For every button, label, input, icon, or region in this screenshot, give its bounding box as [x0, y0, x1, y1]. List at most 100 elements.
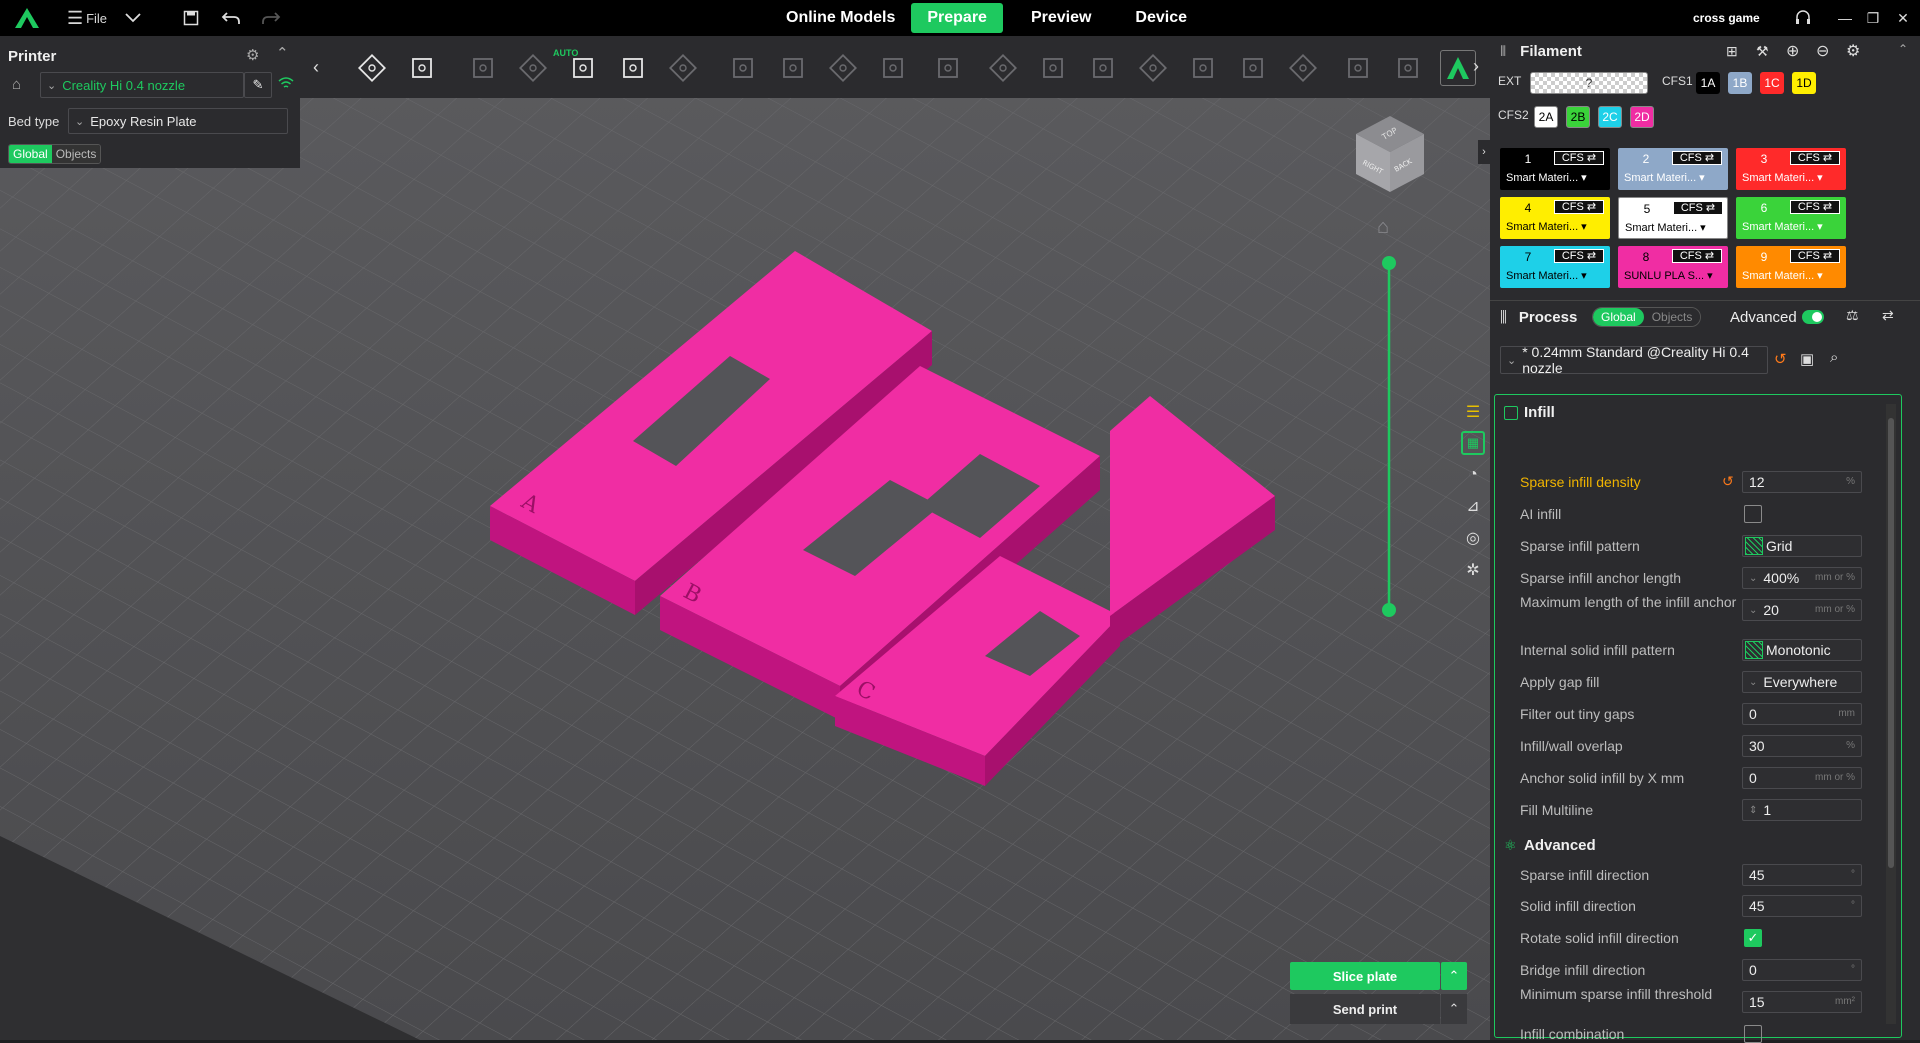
send-options-chevron-icon[interactable]: ⌃ [1441, 994, 1467, 1024]
param-input[interactable]: Monotonic [1742, 639, 1862, 661]
slice-options-chevron-icon[interactable]: ⌃ [1441, 962, 1467, 990]
reset-preset-icon[interactable]: ↺ [1774, 350, 1787, 368]
slice-plate-button[interactable]: Slice plate [1290, 962, 1440, 990]
cfs-swap-badge[interactable]: CFS ⇄ [1790, 151, 1840, 165]
param-input[interactable]: 30% [1742, 735, 1862, 757]
cfs1-slot-1a[interactable]: 1A [1696, 72, 1720, 94]
cfs2-slot-2c[interactable]: 2C [1598, 106, 1622, 128]
cfs-swap-badge[interactable]: CFS ⇄ [1554, 151, 1604, 165]
cfs-swap-badge[interactable]: CFS ⇄ [1790, 249, 1840, 263]
filament-settings-gear-icon[interactable]: ⚙ [1846, 41, 1860, 61]
home-view-icon[interactable]: ⌂ [1377, 216, 1389, 239]
filament-card-6[interactable]: 6 CFS ⇄ Smart Materi... ▾ [1736, 197, 1846, 239]
param-input[interactable]: Grid [1742, 535, 1862, 557]
redo-icon[interactable] [256, 0, 286, 36]
move-icon[interactable] [775, 50, 811, 86]
cfs2-slot-2a[interactable]: 2A [1534, 106, 1558, 128]
param-input[interactable]: 0 ° [1742, 959, 1862, 981]
cfs2-slot-2d[interactable]: 2D [1630, 106, 1654, 128]
param-input[interactable]: 45 ° [1742, 864, 1862, 886]
minimize-icon[interactable]: — [1830, 0, 1860, 36]
fuzzy-skin-icon[interactable] [1390, 50, 1426, 86]
filament-card-1[interactable]: 1 CFS ⇄ Smart Materi... ▾ [1500, 148, 1610, 190]
swap-icon[interactable]: ⇄ [1882, 307, 1894, 324]
search-icon[interactable]: ⌕ [1830, 349, 1838, 366]
cfs-swap-badge[interactable]: CFS ⇄ [1790, 200, 1840, 214]
cfs-swap-badge[interactable]: CFS ⇄ [1673, 201, 1723, 215]
filament-card-3[interactable]: 3 CFS ⇄ Smart Materi... ▾ [1736, 148, 1846, 190]
collapse-up-icon[interactable]: ⌃ [276, 44, 289, 62]
text-icon[interactable] [1185, 50, 1221, 86]
3d-viewport[interactable]: ABC [0, 36, 1490, 1040]
tab-preview[interactable]: Preview [1003, 3, 1119, 33]
collapse-left-chevron-icon[interactable]: ‹ [306, 49, 326, 85]
param-input[interactable]: ⇕ 1 [1742, 799, 1862, 821]
scope-global[interactable]: Global [1593, 308, 1644, 326]
param-input[interactable]: 15 mm² [1742, 991, 1862, 1013]
layer-slider[interactable] [1376, 250, 1402, 620]
arrange-icon[interactable] [515, 50, 551, 86]
layers-icon[interactable]: ☰ [1461, 400, 1485, 424]
orient-icon[interactable] [465, 50, 501, 86]
param-input[interactable]: ⌄ 400% mm or % [1742, 567, 1862, 589]
cfs2-slot-2b[interactable]: 2B [1566, 106, 1590, 128]
undo-icon[interactable] [216, 0, 246, 36]
plate-grid-icon[interactable] [404, 50, 440, 86]
tab-device[interactable]: Device [1119, 3, 1203, 33]
target-icon[interactable]: ◎ [1461, 526, 1485, 550]
cfs-swap-badge[interactable]: CFS ⇄ [1554, 249, 1604, 263]
scope-objects[interactable]: Objects [1643, 308, 1701, 326]
cfs1-slot-1c[interactable]: 1C [1760, 72, 1784, 94]
cfs-sync-icon[interactable]: ⊞ [1726, 43, 1738, 60]
brim-icon[interactable] [1440, 50, 1476, 86]
toolbar-right-chevron-icon[interactable]: › [1473, 56, 1479, 77]
add-filament-icon[interactable]: ⊕ [1786, 41, 1799, 61]
hollow-icon[interactable] [985, 50, 1021, 86]
checkbox[interactable] [1744, 505, 1762, 523]
plate-view-icon[interactable]: ▦ [1461, 431, 1485, 455]
assembly-view-icon[interactable]: ✲ [1461, 558, 1485, 582]
cut-icon[interactable] [930, 50, 966, 86]
maximize-icon[interactable]: ❐ [1858, 0, 1888, 36]
layout-icon[interactable] [615, 50, 651, 86]
param-input[interactable]: 12% [1742, 471, 1862, 493]
process-preset-select[interactable]: ⌄ * 0.24mm Standard @Creality Hi 0.4 noz… [1500, 344, 1768, 376]
cfs-swap-badge[interactable]: CFS ⇄ [1554, 200, 1604, 214]
headset-support-icon[interactable] [1788, 0, 1818, 36]
cfs-swap-badge[interactable]: CFS ⇄ [1672, 151, 1722, 165]
filament-card-8[interactable]: 8 CFS ⇄ SUNLU PLA S... ▾ [1618, 246, 1728, 288]
boolean-icon[interactable] [1035, 50, 1071, 86]
speed-gauge-icon[interactable]: ◔ [1461, 463, 1485, 487]
param-input[interactable]: ⌄ Everywhere [1742, 671, 1862, 693]
sidebar-collapse-chevron-icon[interactable]: › [1478, 140, 1490, 164]
cfs1-slot-1d[interactable]: 1D [1792, 72, 1816, 94]
brush-icon[interactable]: ⚒ [1756, 43, 1769, 60]
checkbox[interactable] [1744, 1025, 1762, 1043]
model-acc[interactable]: ABC [0, 36, 1490, 1040]
tab-online-models[interactable]: Online Models [770, 3, 911, 33]
file-menu[interactable]: ☰ File [66, 0, 108, 36]
param-input[interactable]: 0 mm [1742, 703, 1862, 725]
rotate-icon[interactable] [875, 50, 911, 86]
checkbox-checked[interactable]: ✓ [1744, 929, 1762, 947]
compare-presets-icon[interactable]: ⚖ [1846, 307, 1859, 324]
filament-card-7[interactable]: 7 CFS ⇄ Smart Materi... ▾ [1500, 246, 1610, 288]
scope-objects[interactable]: Objects [51, 145, 101, 163]
param-input[interactable]: ⌄ 20 mm or % [1742, 599, 1862, 621]
remove-filament-icon[interactable]: ⊖ [1816, 41, 1829, 61]
filament-card-4[interactable]: 4 CFS ⇄ Smart Materi... ▾ [1500, 197, 1610, 239]
measure-icon[interactable] [1085, 50, 1121, 86]
add-cube-icon[interactable] [354, 50, 390, 86]
filament-card-2[interactable]: 2 CFS ⇄ Smart Materi... ▾ [1618, 148, 1728, 190]
assembly-icon[interactable] [1135, 50, 1171, 86]
save-icon[interactable] [178, 0, 204, 36]
printer-settings-gear-icon[interactable]: ⚙ [246, 46, 259, 64]
cfs-swap-badge[interactable]: CFS ⇄ [1672, 249, 1722, 263]
save-preset-icon[interactable]: ▣ [1800, 350, 1814, 368]
scope-global[interactable]: Global [9, 145, 52, 163]
ext-filament-slot[interactable]: ? [1530, 72, 1648, 94]
collapse-up-icon[interactable]: ⌃ [1898, 42, 1908, 56]
split-icon[interactable] [725, 50, 761, 86]
send-print-button[interactable]: Send print [1290, 994, 1440, 1024]
reset-value-icon[interactable]: ↺ [1722, 473, 1734, 490]
